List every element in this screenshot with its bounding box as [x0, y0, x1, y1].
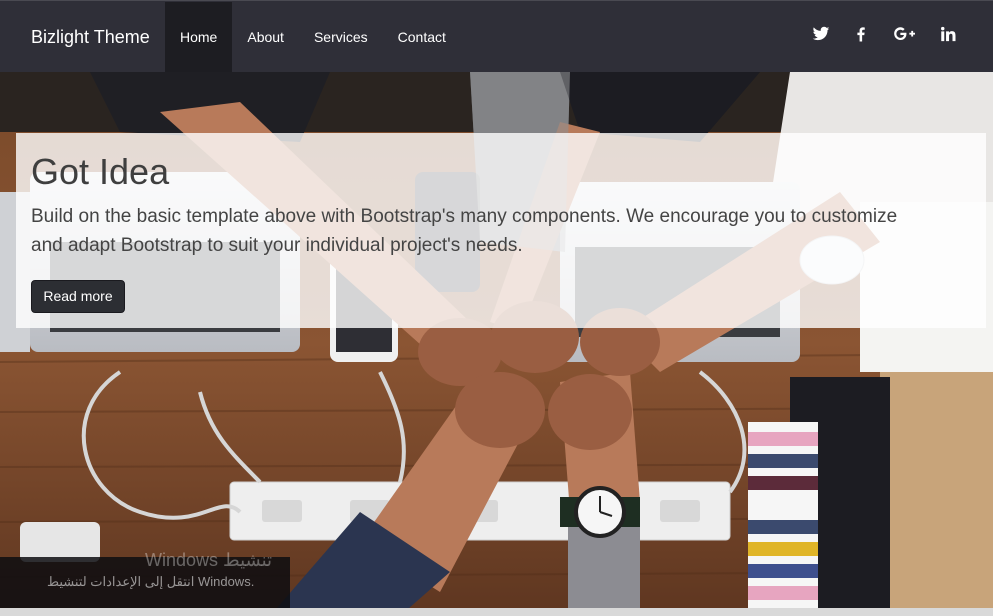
nav-home[interactable]: Home [165, 2, 233, 72]
facebook-icon[interactable] [852, 25, 870, 43]
page: Bizlight Theme Home About Services Conta… [0, 0, 993, 616]
nav-about[interactable]: About [232, 2, 299, 72]
navbar: Bizlight Theme Home About Services Conta… [0, 0, 993, 72]
read-more-button[interactable]: Read more [31, 280, 125, 313]
nav-contact[interactable]: Contact [383, 2, 461, 72]
brand-link[interactable]: Bizlight Theme [31, 25, 150, 49]
nav-services[interactable]: Services [299, 2, 383, 72]
linkedin-icon[interactable] [939, 25, 957, 43]
jumbotron-title: Got Idea [31, 151, 170, 192]
windows-activation-text: انتقل إلى الإعدادات لتنشيط Windows. [47, 574, 255, 589]
jumbotron: Got Idea Build on the basic template abo… [16, 133, 986, 328]
nav-links: Home About Services Contact [165, 2, 461, 72]
google-plus-icon[interactable] [892, 25, 917, 43]
social-links [812, 25, 957, 43]
twitter-icon[interactable] [812, 25, 830, 43]
bottom-strip [0, 608, 993, 616]
windows-activation-title: Windows تنشيط [145, 550, 273, 570]
jumbotron-text: Build on the basic template above with B… [31, 206, 898, 256]
